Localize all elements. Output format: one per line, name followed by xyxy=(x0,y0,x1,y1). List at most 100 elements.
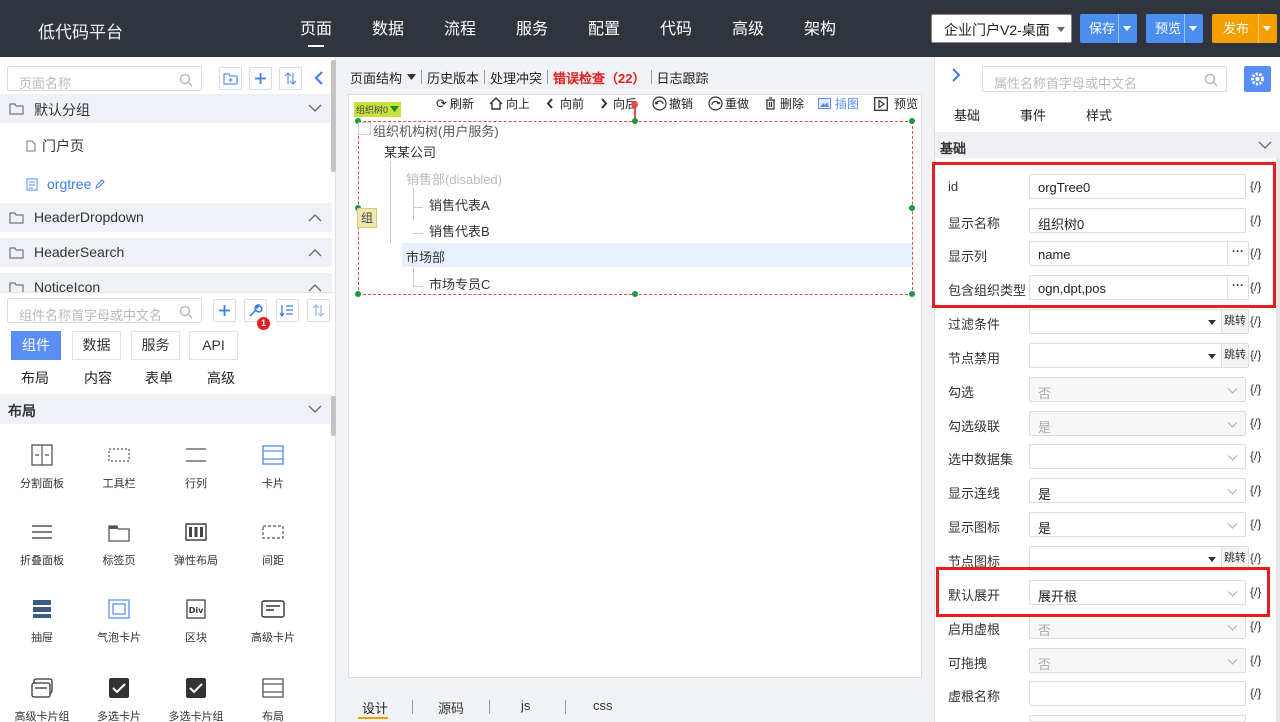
tab-api[interactable]: API xyxy=(189,331,238,360)
expression-button[interactable]: {/} xyxy=(1250,653,1261,667)
page-structure-menu[interactable]: 页面结构 xyxy=(350,68,402,87)
expression-button[interactable]: {/} xyxy=(1250,314,1261,328)
subtab-advanced[interactable]: 高级 xyxy=(207,368,235,388)
list-sort-button[interactable] xyxy=(276,299,299,322)
comp-tabs[interactable]: 标签页 xyxy=(80,518,158,568)
section-basic[interactable]: 基础 xyxy=(935,132,1280,158)
sort-components-button[interactable] xyxy=(307,299,330,322)
comp-block[interactable]: Div 区块 xyxy=(157,595,235,645)
prop-input-virtual-root-name[interactable] xyxy=(1029,681,1246,706)
tree-node-market-c[interactable]: 市场专员C xyxy=(429,274,490,293)
comp-card[interactable]: 卡片 xyxy=(234,441,312,491)
prop-select-virtual-root[interactable]: 否 xyxy=(1029,614,1246,639)
error-check-button[interactable]: 错误检查（22） xyxy=(553,68,645,87)
nav-advanced[interactable]: 高级 xyxy=(712,0,784,57)
tree-node-rep-b[interactable]: 销售代表B xyxy=(429,221,490,240)
tab-data[interactable]: 数据 xyxy=(72,331,121,360)
resize-handle[interactable] xyxy=(909,118,915,124)
jump-button[interactable]: 跳转 xyxy=(1221,344,1248,367)
comp-flex-layout[interactable]: 弹性布局 xyxy=(157,518,235,568)
preview-dropdown-icon[interactable] xyxy=(1184,14,1201,43)
sort-button[interactable] xyxy=(279,67,302,90)
tab-basic[interactable]: 基础 xyxy=(954,105,980,124)
scrollbar[interactable] xyxy=(1276,158,1280,722)
nav-config[interactable]: 配置 xyxy=(568,0,640,57)
project-select[interactable]: 企业门户V2-桌面 xyxy=(931,14,1072,43)
side-tag[interactable]: 组 xyxy=(357,208,377,228)
comp-advanced-card-group[interactable]: 高级卡片组 xyxy=(3,674,81,722)
delete-action[interactable]: 删除 xyxy=(765,95,804,112)
section-layout[interactable]: 布局 xyxy=(0,394,332,424)
tab-services[interactable]: 服务 xyxy=(131,331,180,360)
group-notice-icon[interactable]: NoticeIcon xyxy=(0,273,332,292)
redo-action[interactable]: 重做 xyxy=(708,95,749,112)
expand-right-icon[interactable] xyxy=(950,67,962,83)
tab-style[interactable]: 样式 xyxy=(1086,105,1112,124)
publish-dropdown-icon[interactable] xyxy=(1258,14,1275,43)
property-search-input[interactable]: 属性名称首字母或中文名 xyxy=(982,66,1227,92)
tab-events[interactable]: 事件 xyxy=(1020,105,1046,124)
nav-flow[interactable]: 流程 xyxy=(424,0,496,57)
scrollbar[interactable] xyxy=(331,60,336,172)
page-search-input[interactable]: 页面名称 xyxy=(7,66,202,91)
log-trace-button[interactable]: 日志跟踪 xyxy=(657,68,709,87)
prop-input-next[interactable] xyxy=(1029,715,1246,722)
expression-button[interactable]: {/} xyxy=(1250,416,1261,430)
expression-button[interactable]: {/} xyxy=(1250,551,1261,565)
comp-toolbar[interactable]: 工具栏 xyxy=(80,441,158,491)
comp-bubble-card[interactable]: 气泡卡片 xyxy=(80,595,158,645)
expression-button[interactable]: {/} xyxy=(1250,348,1261,362)
move-up-action[interactable]: 向上 xyxy=(489,95,530,112)
nav-code[interactable]: 代码 xyxy=(640,0,712,57)
tree-node-sales[interactable]: 销售部(disabled) xyxy=(406,169,502,188)
group-header-search[interactable]: HeaderSearch xyxy=(0,238,332,267)
nav-architecture[interactable]: 架构 xyxy=(784,0,856,57)
resize-handle[interactable] xyxy=(632,291,638,297)
comp-checkbox-card[interactable]: 多选卡片 xyxy=(80,674,158,722)
prop-select-checkable[interactable]: 否 xyxy=(1029,377,1246,402)
forward-action[interactable]: 向前 xyxy=(546,95,584,112)
comp-split-panel[interactable]: 分割面板 xyxy=(3,441,81,491)
expression-button[interactable]: {/} xyxy=(1250,449,1261,463)
undo-action[interactable]: 撤销 xyxy=(652,95,693,112)
group-default[interactable]: 默认分组 xyxy=(0,94,332,123)
resize-handle[interactable] xyxy=(632,118,638,124)
rotate-dot[interactable] xyxy=(631,101,638,108)
tab-js[interactable]: js xyxy=(521,698,530,713)
save-button[interactable]: 保存 xyxy=(1080,14,1137,43)
tab-source[interactable]: 源码 xyxy=(438,698,464,717)
expression-button[interactable]: {/} xyxy=(1250,483,1261,497)
root-checkbox[interactable] xyxy=(358,122,371,135)
comp-row-col[interactable]: 行列 xyxy=(157,441,235,491)
jump-button[interactable]: 跳转 xyxy=(1221,310,1248,333)
resolve-conflict-button[interactable]: 处理冲突 xyxy=(490,68,542,87)
page-item-orgtree[interactable]: orgtree xyxy=(26,176,106,192)
nav-page[interactable]: 页面 xyxy=(280,0,352,57)
nav-data[interactable]: 数据 xyxy=(352,0,424,57)
collapse-left-icon[interactable] xyxy=(313,70,325,86)
add-component-button[interactable] xyxy=(213,299,236,322)
tree-node-market[interactable]: 市场部 xyxy=(406,247,445,266)
scrollbar[interactable] xyxy=(331,396,336,436)
expression-button[interactable]: {/} xyxy=(1250,686,1261,700)
subtab-content[interactable]: 内容 xyxy=(84,368,112,388)
comp-layout[interactable]: 布局 xyxy=(234,674,312,722)
prop-select-show-lines[interactable]: 是 xyxy=(1029,478,1246,503)
comp-spacing[interactable]: 间距 xyxy=(234,518,312,568)
caret-down-icon[interactable] xyxy=(407,74,417,80)
component-search-input[interactable]: 组件名称首字母或中文名 xyxy=(7,298,202,323)
history-versions-button[interactable]: 历史版本 xyxy=(427,68,479,87)
prop-select-show-icons[interactable]: 是 xyxy=(1029,512,1246,537)
add-page-button[interactable] xyxy=(249,67,272,90)
settings-button[interactable] xyxy=(1244,66,1271,92)
publish-button[interactable]: 发布 xyxy=(1212,14,1277,43)
comp-drawer[interactable]: 抽屉 xyxy=(3,595,81,645)
save-dropdown-icon[interactable] xyxy=(1118,14,1135,43)
expression-button[interactable]: {/} xyxy=(1250,382,1261,396)
insert-image-action[interactable]: 插图 xyxy=(818,95,859,112)
comp-checkbox-card-group[interactable]: 多选卡片组 xyxy=(157,674,235,722)
refresh-action[interactable]: ⟳ 刷新 xyxy=(436,95,474,112)
tab-design[interactable]: 设计 xyxy=(362,698,388,717)
add-folder-button[interactable] xyxy=(219,67,242,90)
group-header-dropdown[interactable]: HeaderDropdown xyxy=(0,203,332,232)
